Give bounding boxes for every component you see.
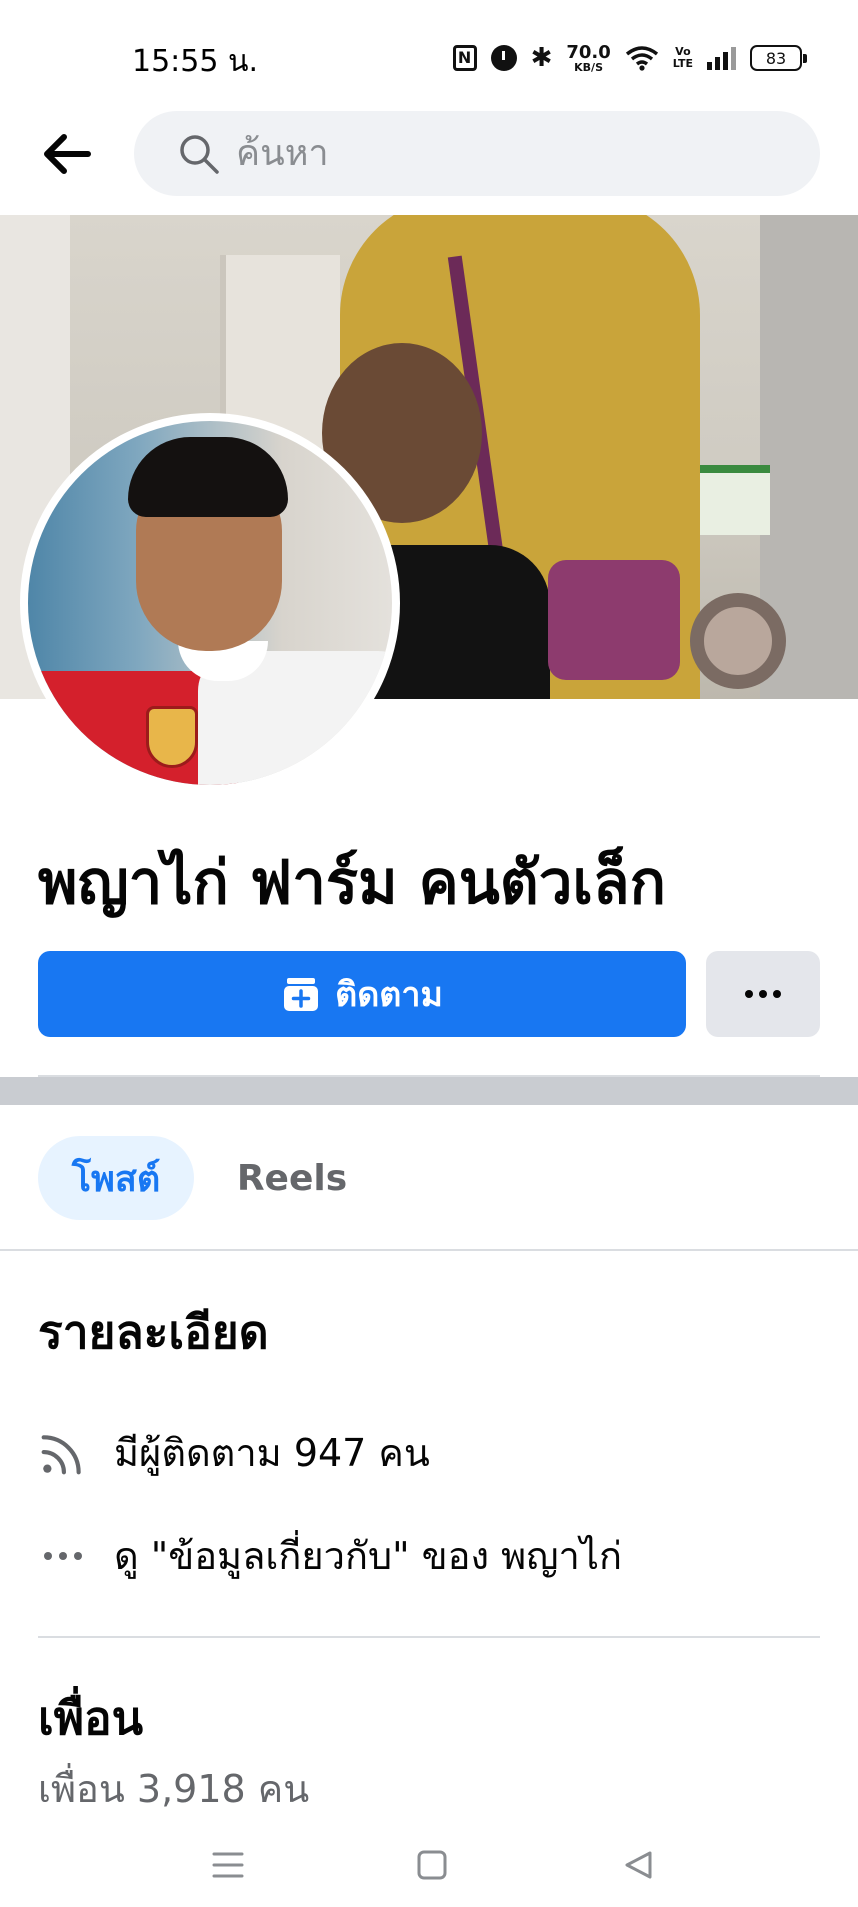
square-icon [417,1850,447,1880]
follow-button[interactable]: ติดตาม [38,951,686,1037]
more-options-button[interactable] [706,951,820,1037]
status-time: 15:55 น. [132,44,259,79]
signal-icon [707,46,736,70]
battery-icon: 83 [750,45,807,71]
followers-text: มีผู้ติดตาม 947 คน [114,1431,430,1475]
ellipsis-icon [38,1531,88,1581]
follow-icon [284,978,319,1011]
divider [0,1249,858,1251]
arrow-left-icon [44,134,91,174]
section-separator [0,1077,858,1105]
recent-apps-button[interactable] [198,1842,258,1888]
search-bar[interactable] [134,111,820,196]
network-speed-value: 70.0 [566,41,611,63]
followers-row: มีผู้ติดตาม 947 คน [38,1422,430,1483]
ellipsis-icon [745,990,781,998]
home-button[interactable] [402,1842,462,1888]
back-button[interactable] [38,128,94,180]
details-heading: รายละเอียด [38,1305,269,1359]
search-input[interactable] [236,133,796,174]
network-speed-unit: KB/S [574,60,603,74]
volte-icon: Vo LTE [673,46,693,70]
nfc-icon: N [452,45,477,71]
menu-icon [212,1852,244,1878]
about-link[interactable]: ดู "ข้อมูลเกี่ยวกับ" ของ พญาไก่ [38,1525,622,1586]
status-bar: 15:55 น. N ✱ 70.0 KB/S Vo LTE 83 [0,0,858,110]
avatar [28,421,392,785]
triangle-back-icon [625,1851,652,1879]
search-icon [180,134,219,174]
rss-feed-icon [38,1428,88,1478]
friends-heading: เพื่อน [38,1691,144,1745]
profile-name: พญาไก่ ฟาร์ม คนตัวเล็ก [38,848,667,918]
system-back-button[interactable] [608,1842,668,1888]
tab-reels[interactable]: Reels [222,1136,362,1220]
divider [38,1636,820,1638]
profile-picture[interactable] [20,413,400,793]
wifi-icon [625,45,659,71]
bluetooth-icon: ✱ [530,43,553,73]
about-text: ดู "ข้อมูลเกี่ยวกับ" ของ พญาไก่ [114,1534,622,1578]
network-speed: 70.0 KB/S [566,41,611,74]
follow-label: ติดตาม [335,975,443,1015]
friends-count[interactable]: เพื่อน 3,918 คน [38,1758,309,1819]
volte-bottom: LTE [672,57,693,70]
status-icons: N ✱ 70.0 KB/S Vo LTE 83 [452,38,807,78]
system-nav-bar [0,1820,858,1907]
alarm-icon [490,45,517,71]
tab-posts[interactable]: โพสต์ [38,1136,194,1220]
